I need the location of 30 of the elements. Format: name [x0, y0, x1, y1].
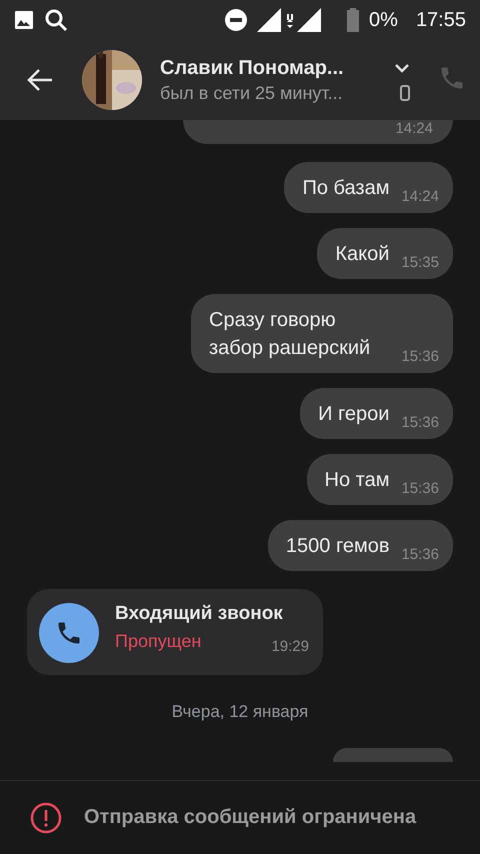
search-icon: [44, 8, 68, 32]
clock: 17:55: [416, 8, 466, 32]
message-text: Но там: [324, 468, 390, 493]
chevron-down-icon[interactable]: [394, 63, 410, 73]
message-time: 15:36: [401, 414, 439, 431]
message-time: 15:36: [401, 348, 439, 365]
message-text: Сразу говорю забор рашерский: [209, 308, 372, 361]
battery-icon: [347, 8, 360, 32]
date-separator: Вчера, 12 января: [172, 702, 308, 722]
message-text: 1500 гемов: [286, 534, 390, 559]
message-text: По базам: [302, 176, 390, 201]
do-not-disturb-icon: [225, 9, 248, 31]
battery-percent: 0%: [369, 8, 398, 32]
message-text: Какой: [335, 242, 390, 267]
mobile-icon: [400, 85, 410, 101]
message-time: 19:29: [271, 638, 309, 655]
message-text: И герои: [318, 402, 390, 427]
image-icon: [14, 10, 34, 30]
alert-icon: [30, 802, 62, 834]
message-time: 14:24: [401, 188, 439, 205]
contact-name: Славик Пономар...: [160, 56, 344, 80]
message-time: 15:35: [401, 254, 439, 271]
message-time: 14:24: [395, 120, 433, 137]
message-time: 15:36: [401, 546, 439, 563]
restriction-notice: Отправка сообщений ограничена: [84, 806, 416, 829]
call-title: Входящий звонок: [115, 603, 284, 625]
last-seen: был в сети 25 минут...: [160, 82, 343, 104]
message-time: 15:36: [401, 480, 439, 497]
back-icon[interactable]: [26, 68, 54, 92]
call-status: Пропущен: [115, 631, 202, 652]
